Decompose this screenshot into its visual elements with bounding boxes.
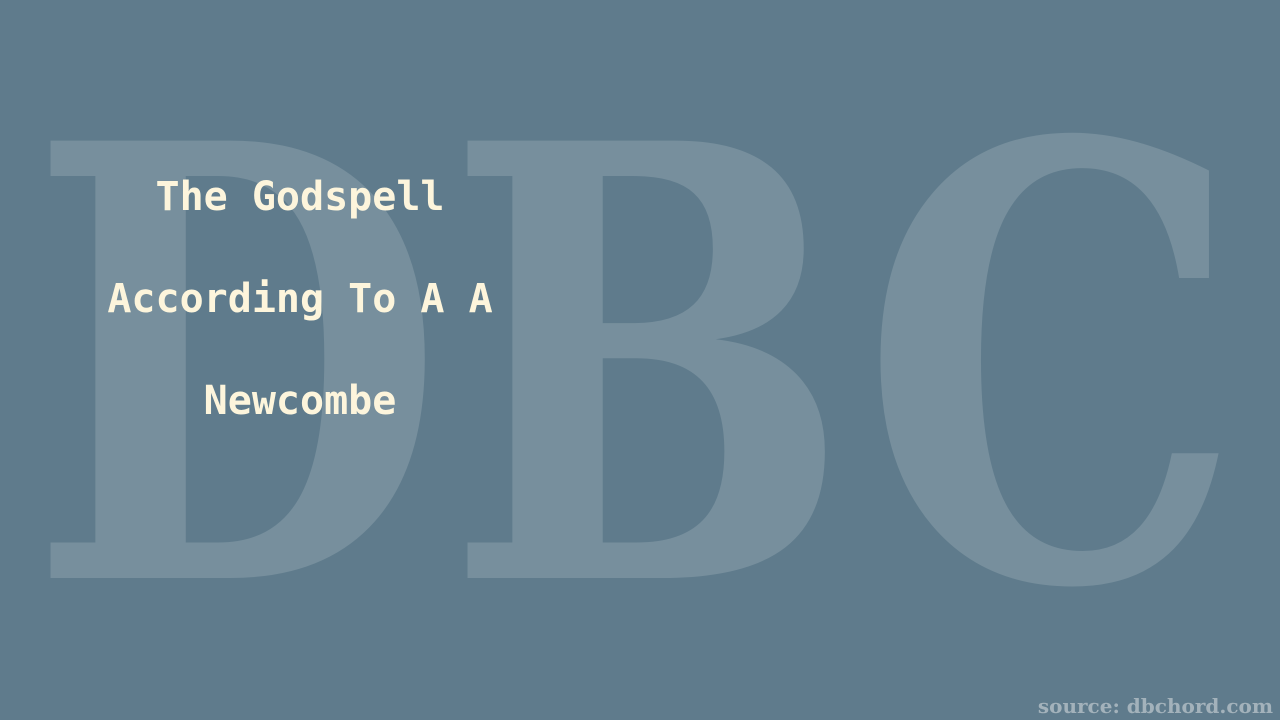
title-line-3: Newcombe <box>203 378 397 424</box>
song-title: The Godspell According To A A Newcombe <box>60 168 540 474</box>
source-credit: source: dbchord.com <box>1037 694 1273 718</box>
title-card: DBC The Godspell According To A A Newcom… <box>0 0 1280 720</box>
title-line-1: The Godspell <box>155 174 445 220</box>
title-line-2: According To A A <box>107 276 493 322</box>
